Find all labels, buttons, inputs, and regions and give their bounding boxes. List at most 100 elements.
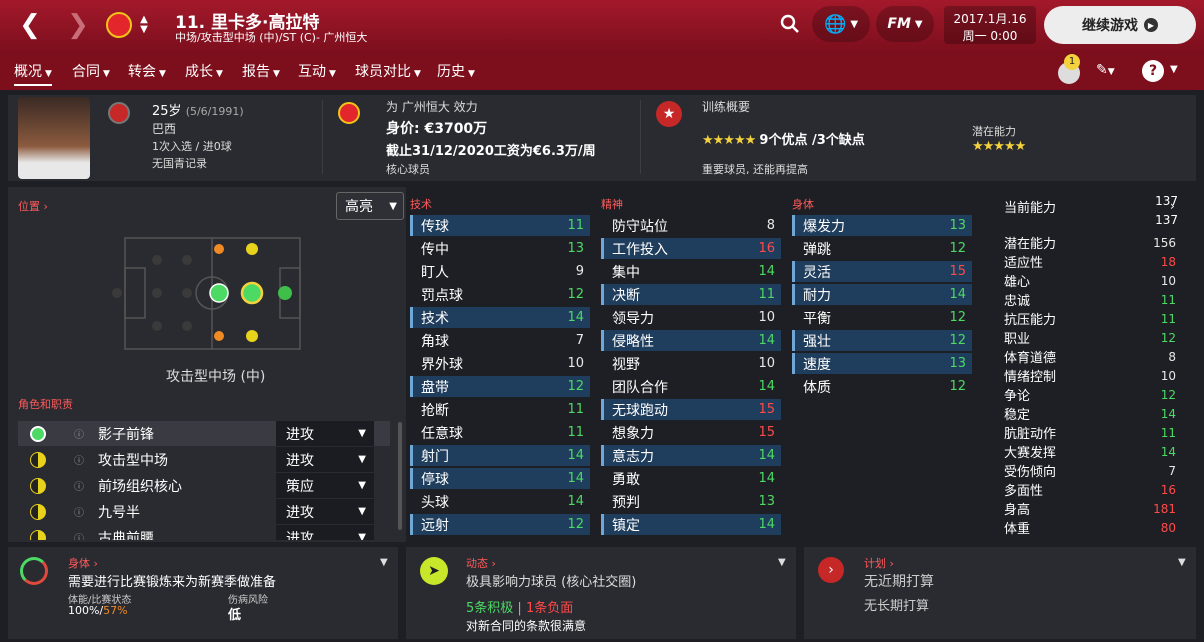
squad-status: 核心球员	[386, 163, 430, 176]
stat-name: 稳定	[1004, 408, 1031, 423]
player-switch-icon[interactable]: ▲ ▼	[136, 10, 152, 40]
notification-badge: 1	[1064, 54, 1080, 70]
attribute-row[interactable]: 射门 14	[410, 445, 590, 466]
attribute-row[interactable]: 传中 13	[410, 238, 590, 259]
attribute-row[interactable]: 勇敢 14	[601, 468, 781, 489]
attribute-row[interactable]: 决断 11	[601, 284, 781, 305]
attribute-row[interactable]: 盯人 9	[410, 261, 590, 282]
attribute-row[interactable]: 盘带 12	[410, 376, 590, 397]
tab-interaction[interactable]: 互动 ▼	[298, 61, 336, 81]
attribute-row[interactable]: 团队合作 14	[601, 376, 781, 397]
attribute-row[interactable]: 角球 7	[410, 330, 590, 351]
attribute-row[interactable]: 视野 10	[601, 353, 781, 374]
tab-reports[interactable]: 报告 ▼	[242, 61, 280, 81]
role-row[interactable]: ⓘ 影子前锋 进攻 ▼	[18, 421, 390, 446]
attribute-row[interactable]: 耐力 14	[792, 284, 972, 305]
role-row[interactable]: ⓘ 前场组织核心 策应 ▼	[18, 473, 390, 498]
body-card[interactable]: 身体 › 需要进行比赛锻炼来为新赛季做准备 体能/比赛状态 100%/57% 伤…	[8, 547, 398, 639]
date-box[interactable]: 2017.1月.16 周一 0:00	[944, 6, 1036, 44]
attribute-row[interactable]: 界外球 10	[410, 353, 590, 374]
attribute-row[interactable]: 无球跑动 15	[601, 399, 781, 420]
tab-label: 成长	[185, 64, 213, 80]
continue-button[interactable]: 继续游戏 ▶	[1044, 6, 1196, 44]
attribute-name: 防守站位	[612, 218, 668, 235]
stat-value: 12	[1160, 330, 1176, 345]
forward-arrow-icon[interactable]: ❯	[64, 10, 92, 40]
attribute-row[interactable]: 远射 12	[410, 514, 590, 535]
role-row[interactable]: ⓘ 九号半 进攻 ▼	[18, 499, 390, 524]
info-icon[interactable]: ⓘ	[74, 504, 84, 519]
plans-card[interactable]: › 计划 › 无近期打算 无长期打算 ▼	[804, 547, 1196, 639]
attribute-row[interactable]: 体质 12	[792, 376, 972, 397]
attribute-row[interactable]: 抢断 11	[410, 399, 590, 420]
attribute-row[interactable]: 镇定 14	[601, 514, 781, 535]
attribute-value: 9	[575, 264, 584, 279]
duty-dropdown[interactable]: 策应 ▼	[276, 473, 374, 498]
stat-value: 10	[1160, 368, 1176, 383]
role-row[interactable]: ⓘ 古典前腰 进攻 ▼	[18, 525, 390, 540]
tab-label: 球员对比	[355, 64, 411, 80]
ca-value: 137	[1155, 213, 1178, 227]
stat-value: 14	[1160, 406, 1176, 421]
stat-name: 体育道德	[1004, 351, 1057, 366]
chevron-down-icon[interactable]: ▼	[380, 557, 388, 568]
stat-name: 情绪控制	[1004, 370, 1057, 385]
attribute-row[interactable]: 强壮 12	[792, 330, 972, 351]
stat-name: 抗压能力	[1004, 313, 1057, 328]
position-label[interactable]: 位置 ›	[18, 198, 48, 214]
attribute-row[interactable]: 弹跳 12	[792, 238, 972, 259]
tab-history[interactable]: 历史 ▼	[437, 61, 475, 81]
tab-transfer[interactable]: 转会 ▼	[128, 61, 166, 81]
duty-dropdown[interactable]: 进攻 ▼	[276, 525, 374, 540]
attribute-row[interactable]: 集中 14	[601, 261, 781, 282]
attribute-row[interactable]: 传球 11	[410, 215, 590, 236]
attribute-row[interactable]: 侵略性 14	[601, 330, 781, 351]
attribute-row[interactable]: 想象力 15	[601, 422, 781, 443]
attribute-value: 14	[758, 264, 775, 279]
info-icon[interactable]: ⓘ	[74, 530, 84, 540]
back-arrow-icon[interactable]: ❮	[16, 10, 44, 40]
info-icon[interactable]: ⓘ	[74, 452, 84, 467]
tab-contract[interactable]: 合同 ▼	[72, 61, 110, 81]
attribute-value: 12	[949, 310, 966, 325]
info-icon[interactable]: ⓘ	[74, 478, 84, 493]
attribute-value: 11	[567, 218, 584, 233]
attribute-row[interactable]: 罚点球 12	[410, 284, 590, 305]
attribute-row[interactable]: 灵活 15	[792, 261, 972, 282]
chevron-down-icon: ▼	[358, 480, 366, 491]
duty-dropdown[interactable]: 进攻 ▼	[276, 447, 374, 472]
tab-development[interactable]: 成长 ▼	[185, 61, 223, 81]
attribute-row[interactable]: 爆发力 13	[792, 215, 972, 236]
dynamics-card[interactable]: ➤ 动态 › 极具影响力球员 (核心社交圈) 5条积极 | 1条负面 对新合同的…	[406, 547, 796, 639]
stat-row: 抗压能力 11	[1004, 309, 1176, 329]
tab-overview[interactable]: 概况 ▼	[14, 61, 52, 86]
attribute-name: 视野	[612, 356, 640, 373]
attribute-row[interactable]: 头球 14	[410, 491, 590, 512]
role-row[interactable]: ⓘ 攻击型中场 进攻 ▼	[18, 447, 390, 472]
attribute-row[interactable]: 技术 14	[410, 307, 590, 328]
info-icon[interactable]: ⓘ	[74, 426, 84, 441]
attribute-row[interactable]: 任意球 11	[410, 422, 590, 443]
tab-comparison[interactable]: 球员对比 ▼	[355, 61, 421, 81]
attribute-row[interactable]: 防守站位 8	[601, 215, 781, 236]
edit-icon[interactable]: ✎▼	[1096, 62, 1115, 78]
attribute-row[interactable]: 预判 13	[601, 491, 781, 512]
roles-scrollbar[interactable]	[398, 422, 402, 530]
search-icon[interactable]	[776, 10, 804, 38]
fm-menu-button[interactable]: FM ▼	[876, 6, 934, 42]
chevron-down-icon[interactable]: ▼	[1178, 557, 1186, 568]
world-menu-button[interactable]: 🌐 ▼	[812, 6, 870, 42]
attribute-row[interactable]: 工作投入 16	[601, 238, 781, 259]
attribute-row[interactable]: 平衡 12	[792, 307, 972, 328]
chevron-down-icon[interactable]: ▼	[1170, 64, 1178, 75]
attribute-row[interactable]: 领导力 10	[601, 307, 781, 328]
chevron-down-icon[interactable]: ▼	[778, 557, 786, 568]
attribute-name: 工作投入	[612, 241, 668, 258]
attribute-row[interactable]: 速度 13	[792, 353, 972, 374]
highlight-dropdown[interactable]: 高亮 ▼	[336, 192, 404, 220]
attribute-row[interactable]: 停球 14	[410, 468, 590, 489]
attribute-row[interactable]: 意志力 14	[601, 445, 781, 466]
duty-dropdown[interactable]: 进攻 ▼	[276, 421, 374, 446]
help-icon[interactable]: ?	[1142, 60, 1164, 82]
duty-dropdown[interactable]: 进攻 ▼	[276, 499, 374, 524]
